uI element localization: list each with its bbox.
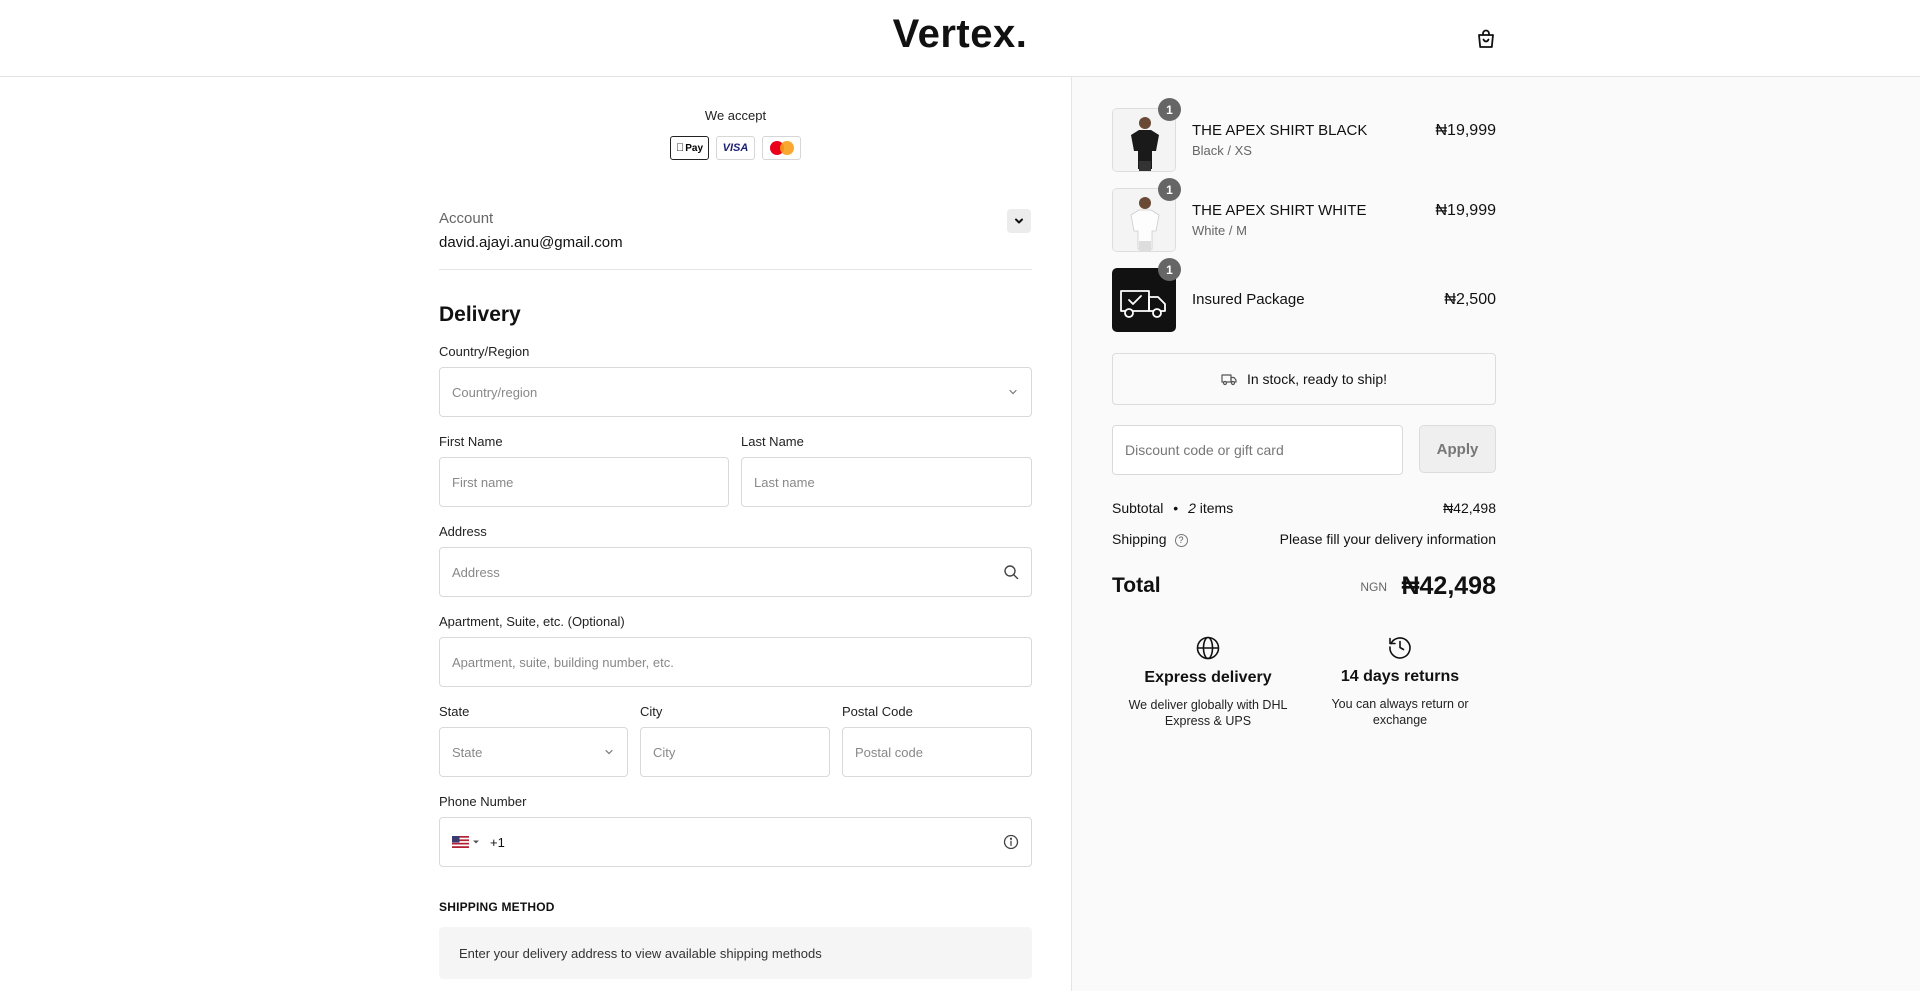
apple-pay-icon: Pay	[670, 136, 709, 160]
quantity-badge: 1	[1158, 178, 1181, 201]
city-input[interactable]: City	[640, 727, 830, 777]
account-toggle-button[interactable]	[1007, 209, 1031, 233]
site-header: Vertex.	[0, 0, 1920, 77]
shipping-row: Shipping? Please fill your delivery info…	[1112, 531, 1496, 547]
feature-express-delivery: Express delivery We deliver globally wit…	[1113, 635, 1303, 729]
state-label: State	[439, 704, 470, 719]
quantity-badge: 1	[1158, 98, 1181, 121]
dial-code: +1	[490, 834, 505, 850]
divider	[439, 269, 1032, 270]
shipping-method-title: SHIPPING METHOD	[439, 900, 555, 914]
cart-item: 1 THE APEX SHIRT WHITE White / M ₦19,999	[1112, 178, 1497, 252]
total-currency: NGN	[1360, 580, 1388, 594]
shipping-method-message: Enter your delivery address to view avai…	[439, 927, 1032, 979]
feature-description: We deliver globally with DHL Express & U…	[1128, 698, 1288, 728]
cart-item: 1 Insured Package ₦2,500	[1112, 258, 1496, 332]
city-placeholder: City	[653, 744, 676, 760]
country-select[interactable]: Country/region	[439, 367, 1032, 417]
total-amount: NGN ₦42,498	[1360, 572, 1496, 601]
search-icon[interactable]	[1003, 564, 1019, 580]
items-word: items	[1199, 500, 1234, 516]
chevron-down-icon	[1009, 389, 1017, 395]
shipping-value: Please fill your delivery information	[1279, 531, 1496, 547]
city-label: City	[640, 704, 663, 719]
info-icon[interactable]	[1003, 834, 1019, 850]
address-label: Address	[439, 524, 487, 539]
truck-icon	[1221, 374, 1237, 386]
feature-title: Express delivery	[1144, 669, 1272, 686]
account-email: david.ajayi.anu@gmail.com	[439, 234, 623, 251]
feature-description: You can always return or exchange	[1331, 697, 1469, 727]
history-icon	[1389, 637, 1411, 659]
apply-button[interactable]: Apply	[1419, 425, 1496, 473]
item-name: THE APEX SHIRT BLACK	[1192, 122, 1368, 139]
visa-icon: VISA	[716, 136, 755, 160]
discount-code-input[interactable]: Discount code or gift card	[1112, 425, 1403, 475]
apartment-label: Apartment, Suite, etc. (Optional)	[439, 614, 625, 629]
us-flag-icon[interactable]	[452, 836, 480, 848]
address-input[interactable]: Address	[439, 547, 1032, 597]
we-accept-label: We accept	[704, 108, 767, 123]
first-name-input[interactable]: First name	[439, 457, 729, 507]
item-count: 2	[1188, 500, 1196, 516]
country-placeholder: Country/region	[452, 384, 538, 400]
state-select[interactable]: State	[439, 727, 628, 777]
shipping-label: Shipping	[1112, 531, 1167, 547]
first-name-label: First Name	[439, 434, 503, 449]
mastercard-icon	[762, 136, 801, 160]
payment-methods: Pay VISA	[670, 136, 801, 160]
item-price: ₦19,999	[1435, 122, 1497, 139]
feature-returns: 14 days returns You can always return or…	[1305, 634, 1495, 728]
item-price: ₦19,999	[1435, 202, 1497, 219]
phone-label: Phone Number	[439, 794, 527, 809]
postal-code-label: Postal Code	[842, 704, 913, 719]
total-value: ₦42,498	[1401, 572, 1496, 600]
last-name-label: Last Name	[741, 434, 804, 449]
item-name: THE APEX SHIRT WHITE	[1192, 202, 1367, 219]
discount-placeholder: Discount code or gift card	[1125, 442, 1284, 458]
help-icon[interactable]: ?	[1174, 533, 1188, 547]
cart-item: 1 THE APEX SHIRT BLACK Black / XS ₦19,99…	[1112, 98, 1497, 172]
shopping-bag-icon[interactable]	[1474, 27, 1498, 51]
phone-input[interactable]: +1	[439, 817, 1032, 867]
subtotal-value: ₦42,498	[1443, 500, 1496, 516]
postal-code-input[interactable]: Postal code	[842, 727, 1032, 777]
subtotal-row: Subtotal • 2 items ₦42,498	[1112, 500, 1496, 516]
address-placeholder: Address	[452, 564, 500, 580]
subtotal-label: Subtotal	[1112, 500, 1164, 516]
apartment-placeholder: Apartment, suite, building number, etc.	[452, 654, 674, 670]
chevron-down-icon	[605, 749, 613, 755]
first-name-placeholder: First name	[452, 474, 514, 490]
state-placeholder: State	[452, 744, 483, 760]
postal-code-placeholder: Postal code	[855, 744, 923, 760]
account-label: Account	[439, 210, 494, 227]
delivery-title: Delivery	[439, 303, 521, 326]
item-price: ₦2,500	[1444, 291, 1496, 308]
last-name-placeholder: Last name	[754, 474, 815, 490]
feature-title: 14 days returns	[1340, 668, 1460, 685]
chevron-down-icon	[1015, 218, 1023, 224]
brand-logo[interactable]: Vertex.	[0, 12, 1920, 57]
stock-message: In stock, ready to ship!	[1246, 371, 1388, 387]
stock-status: In stock, ready to ship!	[1112, 353, 1496, 405]
apartment-input[interactable]: Apartment, suite, building number, etc.	[439, 637, 1032, 687]
globe-icon	[1196, 636, 1220, 660]
country-label: Country/Region	[439, 344, 530, 359]
quantity-badge: 1	[1158, 258, 1181, 281]
item-variant: White / M	[1192, 223, 1247, 238]
item-variant: Black / XS	[1192, 143, 1252, 158]
subtotal-separator: •	[1173, 500, 1179, 516]
item-name: Insured Package	[1192, 291, 1305, 308]
total-label: Total	[1112, 574, 1161, 597]
last-name-input[interactable]: Last name	[741, 457, 1032, 507]
